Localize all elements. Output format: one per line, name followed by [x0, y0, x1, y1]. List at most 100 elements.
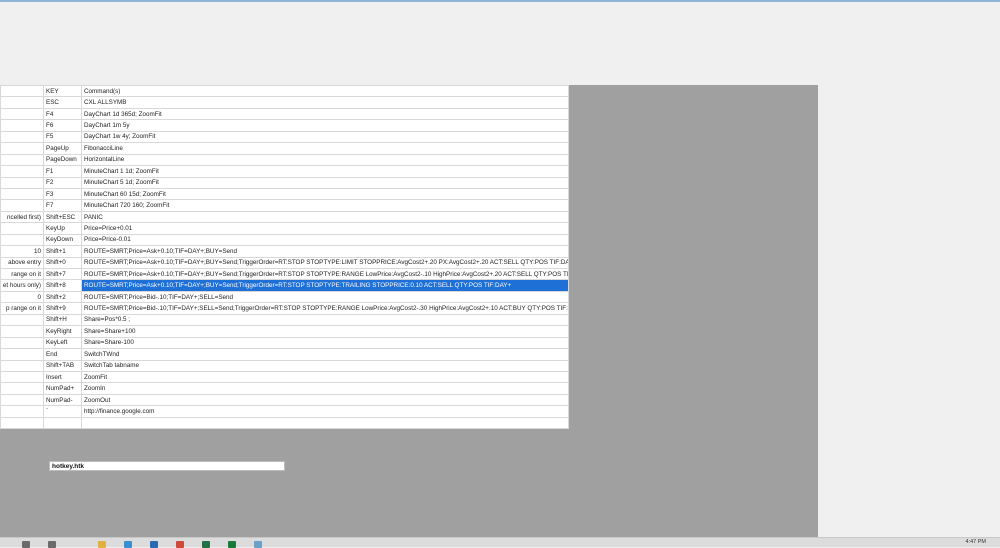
command-cell[interactable]: HorizontalLine [81, 153, 569, 167]
table-row[interactable]: ` http://finance.google.com [0, 405, 569, 418]
table-row[interactable]: ESC CXL ALLSYMB [0, 96, 569, 109]
table-row[interactable]: et hours only) Shift+8 ROUTE=SMRT;Price=As… [0, 279, 569, 292]
description-cell[interactable] [0, 107, 44, 121]
key-cell[interactable]: Shift+7 [43, 267, 82, 281]
table-row[interactable]: Shift+H Share=Pos*0.5 ; [0, 313, 569, 327]
command-cell[interactable]: Share=Share+100 [81, 325, 569, 338]
command-cell[interactable]: ROUTE=SMRT;Price=Bid-.10;TIF=DAY+;SELL=S… [81, 302, 569, 315]
command-cell[interactable]: FibonacciLine [81, 142, 569, 155]
description-cell[interactable] [0, 187, 44, 201]
description-cell[interactable] [0, 165, 44, 178]
table-row[interactable]: F6 DayChart 1m 5y [0, 119, 569, 132]
column-header-commands[interactable]: Command(s) [81, 84, 569, 98]
description-cell[interactable]: 10 [0, 245, 44, 258]
table-row[interactable]: ncelled first) Shift+ESC PANIC [0, 210, 569, 224]
key-cell[interactable]: F3 [43, 187, 82, 201]
description-cell[interactable] [0, 176, 44, 189]
command-cell[interactable]: SwitchTab tabname [81, 359, 569, 372]
description-cell[interactable] [0, 348, 44, 361]
key-cell[interactable]: Shift+9 [43, 302, 82, 315]
file-name-field[interactable]: hotkey.htk [49, 461, 285, 471]
description-cell[interactable] [0, 325, 44, 338]
description-cell[interactable]: range on it [0, 267, 44, 281]
key-cell[interactable]: F7 [43, 199, 82, 212]
key-cell[interactable]: Shift+1 [43, 245, 82, 258]
column-header-key[interactable]: KEY [43, 84, 82, 98]
command-cell[interactable]: DayChart 1w 4y; ZoomFit [81, 130, 569, 144]
description-cell[interactable] [0, 233, 44, 247]
command-cell[interactable]: ZoomOut [81, 393, 569, 407]
command-cell[interactable]: MinuteChart 720 160; ZoomFit [81, 199, 569, 212]
command-cell[interactable]: PANIC [81, 210, 569, 224]
key-cell[interactable]: F4 [43, 107, 82, 121]
table-row[interactable]: NumPad+ ZoomIn [0, 382, 569, 395]
table-row[interactable]: PageDown HorizontalLine [0, 153, 569, 167]
table-row[interactable]: p range on it Shift+9 ROUTE=SMRT;Price=Bid… [0, 302, 569, 315]
description-cell[interactable]: p range on it [0, 302, 44, 315]
key-cell[interactable]: F2 [43, 176, 82, 189]
table-row[interactable]: above entry Shift+0 ROUTE=SMRT;Price=Ask+0… [0, 256, 569, 270]
table-row[interactable]: PageUp FibonacciLine [0, 142, 569, 155]
description-cell[interactable] [0, 370, 44, 384]
description-cell[interactable]: ncelled first) [0, 210, 44, 224]
table-row[interactable]: End SwitchTWnd [0, 348, 569, 361]
table-row[interactable]: KeyLeft Share=Share-100 [0, 336, 569, 350]
description-cell[interactable] [0, 96, 44, 109]
key-cell[interactable]: Shift+H [43, 313, 82, 327]
key-cell[interactable]: KeyDown [43, 233, 82, 247]
description-cell[interactable]: above entry [0, 256, 44, 270]
description-cell[interactable] [0, 405, 44, 418]
key-cell[interactable]: End [43, 348, 82, 361]
description-cell[interactable] [0, 359, 44, 372]
table-row[interactable]: KeyDown Price=Price-0.01 [0, 233, 569, 247]
command-cell[interactable]: DayChart 1m 5y [81, 119, 569, 132]
command-cell[interactable]: ROUTE=SMRT;Price=Ask+0.10;TIF=DAY+;BUY=S… [81, 245, 569, 258]
table-row[interactable]: F7 MinuteChart 720 160; ZoomFit [0, 199, 569, 212]
key-cell[interactable]: Shift+0 [43, 256, 82, 270]
description-cell[interactable] [0, 142, 44, 155]
command-cell[interactable]: ROUTE=SMRT;Price=Ask+0.10;TIF=DAY+;BUY=S… [81, 256, 569, 270]
key-cell[interactable]: PageDown [43, 153, 82, 167]
table-row[interactable] [0, 416, 569, 430]
key-cell[interactable]: Shift+8 [43, 279, 82, 292]
key-cell[interactable]: NumPad+ [43, 382, 82, 395]
key-cell[interactable]: Shift+2 [43, 290, 82, 304]
key-cell[interactable]: Insert [43, 370, 82, 384]
table-row[interactable]: KeyRight Share=Share+100 [0, 325, 569, 338]
command-cell[interactable]: Share=Pos*0.5 ; [81, 313, 569, 327]
command-cell[interactable]: MinuteChart 60 15d; ZoomFit [81, 187, 569, 201]
command-cell[interactable]: http://finance.google.com [81, 405, 569, 418]
key-cell[interactable]: ESC [43, 96, 82, 109]
table-row[interactable]: F4 DayChart 1d 365d; ZoomFit [0, 107, 569, 121]
table-row[interactable]: 0 Shift+2 ROUTE=SMRT;Price=Bid-.10;TIF=DAY… [0, 290, 569, 304]
table-row[interactable]: F2 MinuteChart 5 1d; ZoomFit [0, 176, 569, 189]
command-cell[interactable]: CXL ALLSYMB [81, 96, 569, 109]
description-cell[interactable] [0, 222, 44, 235]
table-row[interactable]: KeyUp Price=Price+0.01 [0, 222, 569, 235]
key-cell[interactable] [43, 416, 82, 430]
command-cell[interactable]: Share=Share-100 [81, 336, 569, 350]
key-cell[interactable]: PageUp [43, 142, 82, 155]
command-cell[interactable]: ZoomFit [81, 370, 569, 384]
table-row[interactable]: Shift+TAB SwitchTab tabname [0, 359, 569, 372]
table-row[interactable]: range on it Shift+7 ROUTE=SMRT;Price=Ask+0… [0, 267, 569, 281]
description-cell[interactable] [0, 119, 44, 132]
description-cell[interactable] [0, 416, 44, 430]
command-cell[interactable]: MinuteChart 1 1d; ZoomFit [81, 165, 569, 178]
key-cell[interactable]: ` [43, 405, 82, 418]
key-cell[interactable]: F1 [43, 165, 82, 178]
key-cell[interactable]: Shift+TAB [43, 359, 82, 372]
description-cell[interactable]: et hours only) [0, 279, 44, 292]
description-cell[interactable] [0, 313, 44, 327]
key-cell[interactable]: Shift+ESC [43, 210, 82, 224]
key-cell[interactable]: KeyUp [43, 222, 82, 235]
command-cell[interactable]: SwitchTWnd [81, 348, 569, 361]
table-row[interactable]: NumPad- ZoomOut [0, 393, 569, 407]
table-row[interactable]: 10 Shift+1 ROUTE=SMRT;Price=Ask+0.10;TIF=D… [0, 245, 569, 258]
command-cell[interactable]: ROUTE=SMRT;Price=Ask+0.10;TIF=DAY+;BUY=S… [81, 267, 569, 281]
description-cell[interactable] [0, 393, 44, 407]
key-cell[interactable]: KeyLeft [43, 336, 82, 350]
key-cell[interactable]: NumPad- [43, 393, 82, 407]
command-cell[interactable]: Price=Price-0.01 [81, 233, 569, 247]
command-cell[interactable]: ROUTE=SMRT;Price=Bid-.10;TIF=DAY+;SELL=S… [81, 290, 569, 304]
